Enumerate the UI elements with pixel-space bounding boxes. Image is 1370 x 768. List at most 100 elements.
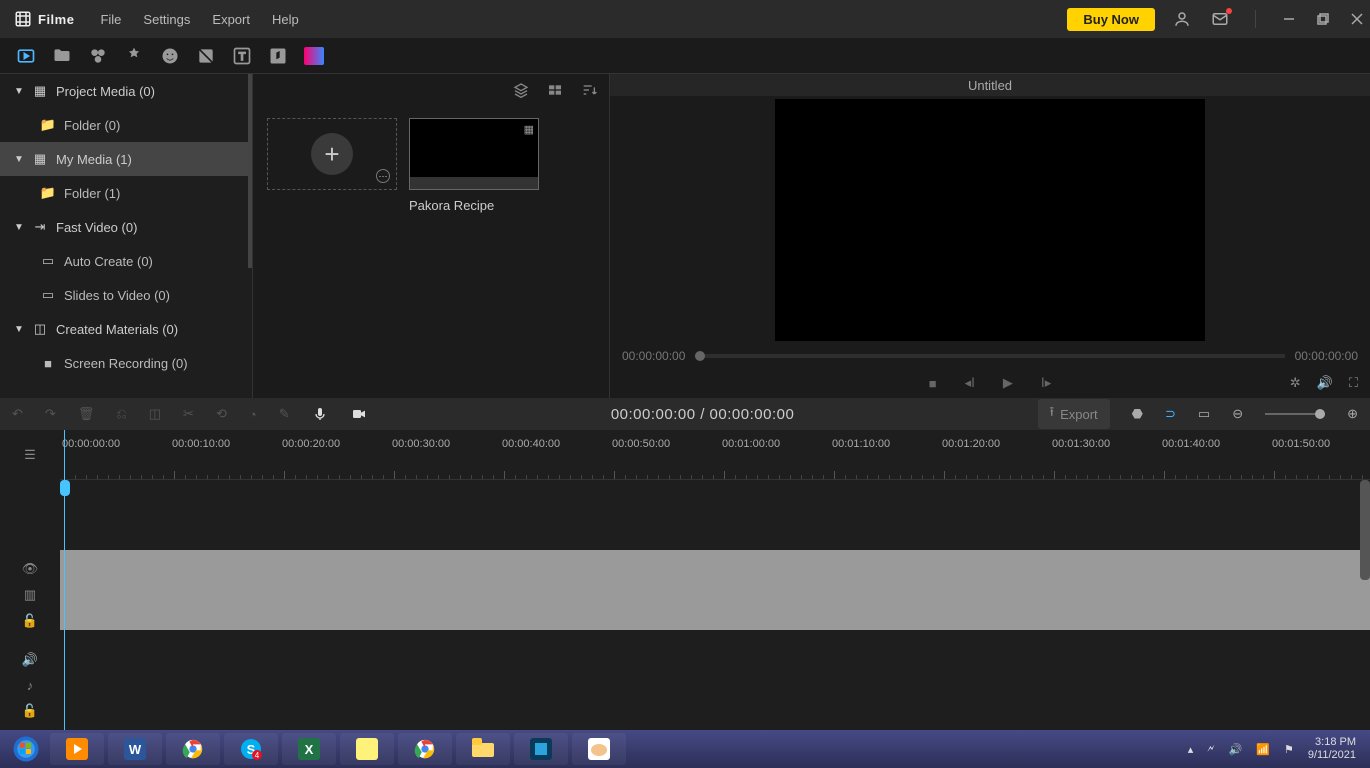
track-audio-icon: ♪ <box>27 678 34 693</box>
tray-volume-icon[interactable]: 🔊 <box>1229 743 1243 756</box>
stickers-tab-icon[interactable] <box>160 46 180 66</box>
preview-fullscreen-icon[interactable]: ⛶ <box>1349 375 1358 391</box>
taskbar-app-excel[interactable]: X <box>282 733 336 765</box>
track-lock-icon[interactable]: 🔓 <box>22 613 38 629</box>
notifications-icon[interactable] <box>1211 10 1229 28</box>
marker-icon[interactable]: ⬣ <box>1132 406 1143 422</box>
audio-tab-icon[interactable] <box>268 46 288 66</box>
taskbar-app-filme[interactable] <box>514 733 568 765</box>
timeline-ruler[interactable]: 00:00:00:00 00:00:10:00 00:00:20:00 00:0… <box>60 430 1370 480</box>
export-button[interactable]: ⭱ Export <box>1038 399 1110 429</box>
speed-button[interactable]: ◔ <box>249 407 257 422</box>
track-audio-vol-icon[interactable]: 🔊 <box>22 652 38 668</box>
sidebar-screen-recording[interactable]: ■Screen Recording (0) <box>0 346 252 380</box>
redo-button[interactable]: ↷ <box>45 406 56 422</box>
sidebar-fast-video[interactable]: ▼⇥Fast Video (0) <box>0 210 252 244</box>
taskbar-app-chrome[interactable] <box>166 733 220 765</box>
timeline-scrollbar[interactable] <box>1360 480 1370 580</box>
taskbar-app-explorer[interactable] <box>456 733 510 765</box>
preview-settings-icon[interactable]: ✲ <box>1290 375 1301 391</box>
trim-button[interactable]: ⟲ <box>216 406 227 422</box>
tray-flag-icon[interactable]: ⚑ <box>1284 743 1294 756</box>
project-sidebar: ▼▦Project Media (0) 📁Folder (0) ▼▦My Med… <box>0 74 253 398</box>
folder-tab-icon[interactable] <box>52 46 72 66</box>
system-tray[interactable]: ▴ 🗲 🔊 📶 ⚑ 3:18 PM 9/11/2021 <box>1188 736 1366 762</box>
svg-text:X: X <box>305 742 314 757</box>
import-media-button[interactable]: + ⋯ <box>267 118 397 190</box>
sidebar-slides[interactable]: ▭Slides to Video (0) <box>0 278 252 312</box>
media-tab-icon[interactable] <box>16 46 36 66</box>
preview-video-area[interactable] <box>775 99 1205 341</box>
zoom-slider[interactable] <box>1265 413 1325 415</box>
preview-seek-bar[interactable] <box>695 354 1284 358</box>
ratio-icon[interactable]: ▭ <box>1198 406 1210 422</box>
sidebar-created-materials[interactable]: ▼◫Created Materials (0) <box>0 312 252 346</box>
buy-now-button[interactable]: Buy Now <box>1067 8 1155 31</box>
text-tab-icon[interactable]: T <box>232 46 252 66</box>
sidebar-my-media[interactable]: ▼▦My Media (1) <box>0 142 252 176</box>
menu-settings[interactable]: Settings <box>143 12 190 27</box>
account-icon[interactable] <box>1173 10 1191 28</box>
record-video-button[interactable] <box>350 406 368 422</box>
timeline-canvas[interactable]: 00:00:00:00 00:00:10:00 00:00:20:00 00:0… <box>60 430 1370 730</box>
snap-icon[interactable]: ⊃ <box>1165 406 1176 422</box>
maximize-button[interactable] <box>1316 12 1330 26</box>
filters-tab-icon[interactable] <box>196 46 216 66</box>
taskbar-app-chrome2[interactable] <box>398 733 452 765</box>
track-video-icon: ▥ <box>24 587 36 603</box>
zoom-in-icon[interactable]: ⊕ <box>1347 406 1358 422</box>
play-button[interactable]: ▶ <box>1003 375 1013 391</box>
next-frame-button[interactable]: Ⅰ▸ <box>1041 375 1051 391</box>
grid-view-icon[interactable] <box>547 82 563 98</box>
prev-frame-button[interactable]: ◂Ⅰ <box>965 375 975 391</box>
taskbar-app-skype[interactable]: S4 <box>224 733 278 765</box>
sort-icon[interactable] <box>581 82 597 98</box>
effects-tab-icon[interactable] <box>88 46 108 66</box>
crop-button[interactable]: ◫ <box>149 406 161 422</box>
preview-panel: Untitled 00:00:00:00 00:00:00:00 ■ ◂Ⅰ ▶ … <box>610 74 1370 398</box>
sidebar-auto-create[interactable]: ▭Auto Create (0) <box>0 244 252 278</box>
titlebar: Filme File Settings Export Help Buy Now <box>0 0 1370 38</box>
media-clip[interactable]: ▦ Pakora Recipe <box>409 118 539 213</box>
zoom-out-icon[interactable]: ⊖ <box>1232 406 1243 422</box>
track-visibility-icon[interactable]: 👁 <box>22 561 39 577</box>
playhead[interactable] <box>64 430 65 730</box>
undo-button[interactable]: ↶ <box>12 406 23 422</box>
menu-file[interactable]: File <box>100 12 121 27</box>
layers-icon[interactable] <box>513 82 529 98</box>
sidebar-scrollbar[interactable] <box>248 74 252 268</box>
main-area: ▼▦Project Media (0) 📁Folder (0) ▼▦My Med… <box>0 74 1370 398</box>
split-button[interactable]: ⎌ <box>116 406 126 422</box>
stop-button[interactable]: ■ <box>929 376 937 391</box>
cut-button[interactable]: ✂ <box>183 406 194 422</box>
tray-network-icon[interactable]: 📶 <box>1256 743 1270 756</box>
color-button[interactable]: ✎ <box>279 406 290 422</box>
taskbar-app-notes[interactable] <box>340 733 394 765</box>
video-track[interactable] <box>60 550 1370 630</box>
close-button[interactable] <box>1350 12 1364 26</box>
tray-battery-icon[interactable]: 🗲 <box>1207 743 1214 756</box>
delete-button[interactable]: 🗑 <box>78 406 95 422</box>
minimize-button[interactable] <box>1282 12 1296 26</box>
tray-up-icon[interactable]: ▴ <box>1188 743 1194 756</box>
sidebar-project-media[interactable]: ▼▦Project Media (0) <box>0 74 252 108</box>
record-audio-button[interactable] <box>312 406 328 422</box>
svg-text:4: 4 <box>255 751 260 760</box>
preview-volume-icon[interactable]: 🔊 <box>1317 375 1333 391</box>
menu-export[interactable]: Export <box>212 12 250 27</box>
templates-tab-icon[interactable] <box>304 46 324 66</box>
taskbar-clock[interactable]: 3:18 PM 9/11/2021 <box>1308 736 1356 762</box>
track-audio-lock-icon[interactable]: 🔓 <box>22 703 38 719</box>
sidebar-project-folder[interactable]: 📁Folder (0) <box>0 108 252 142</box>
taskbar-app-word[interactable]: W <box>108 733 162 765</box>
timeline-menu-icon[interactable]: ☰ <box>0 430 60 480</box>
start-button[interactable] <box>4 732 48 766</box>
taskbar-app-mediaplayer[interactable] <box>50 733 104 765</box>
film-icon: ▦ <box>524 123 534 136</box>
taskbar-app-paint[interactable] <box>572 733 626 765</box>
timeline-track-header: ☰ 👁 ▥ 🔓 🔊 ♪ 🔓 <box>0 430 60 730</box>
menu-help[interactable]: Help <box>272 12 299 27</box>
transitions-tab-icon[interactable] <box>124 46 144 66</box>
import-more-icon[interactable]: ⋯ <box>376 169 390 183</box>
sidebar-my-folder[interactable]: 📁Folder (1) <box>0 176 252 210</box>
